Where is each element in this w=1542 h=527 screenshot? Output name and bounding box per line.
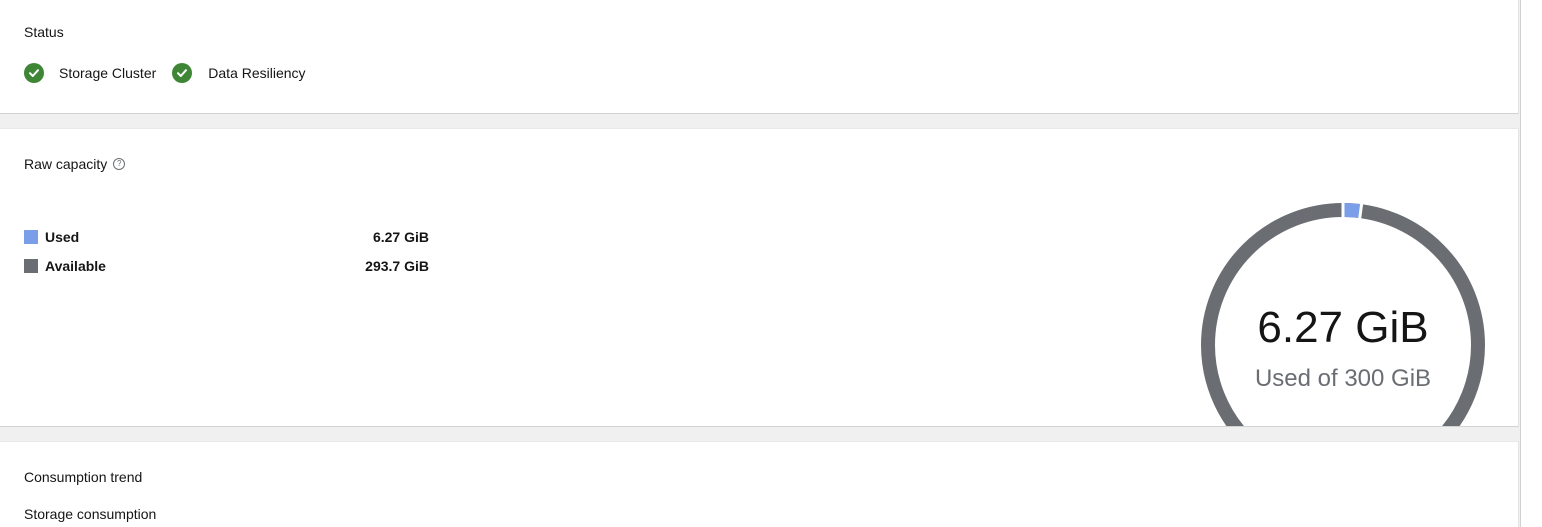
scrollbar-track[interactable] [1520,0,1542,527]
donut-used-caption: Used of 300 GiB [1254,365,1432,392]
status-item-data-resiliency[interactable]: Data Resiliency [172,63,306,83]
used-swatch [24,229,38,244]
legend-row-used: Used 6.27 GiB [24,222,429,251]
consumption-trend-title: Consumption trend [24,469,143,485]
consumption-trend-card: Consumption trend Storage consumption [0,441,1519,527]
storage-consumption-subtitle: Storage consumption [24,506,157,522]
status-item-storage-cluster[interactable]: Storage Cluster [24,63,156,83]
raw-capacity-title-text: Raw capacity [24,156,108,172]
legend-value: 6.27 GiB [372,228,429,245]
available-swatch [24,258,38,273]
status-card: Status Storage Cluster Data Resiliency [0,0,1519,114]
status-card-title: Status [24,24,64,40]
raw-capacity-card: Raw capacity ? Used 6.27 GiB Available 2… [0,128,1519,427]
donut-used-value: 6.27 GiB [1257,303,1429,352]
status-item-label: Data Resiliency [208,65,306,81]
legend-row-available: Available 293.7 GiB [24,251,429,280]
storage-dashboard: Status Storage Cluster Data Resiliency R… [0,0,1542,527]
check-circle-icon [24,63,44,83]
help-icon[interactable]: ? [113,158,126,170]
status-item-label: Storage Cluster [59,65,157,81]
raw-capacity-title: Raw capacity ? [24,156,126,172]
legend-value: 293.7 GiB [365,257,429,274]
check-circle-icon [172,63,193,83]
legend-label: Used [45,228,80,245]
capacity-legend: Used 6.27 GiB Available 293.7 GiB [24,222,429,280]
status-list: Storage Cluster Data Resiliency [24,63,322,83]
legend-label: Available [45,257,106,274]
